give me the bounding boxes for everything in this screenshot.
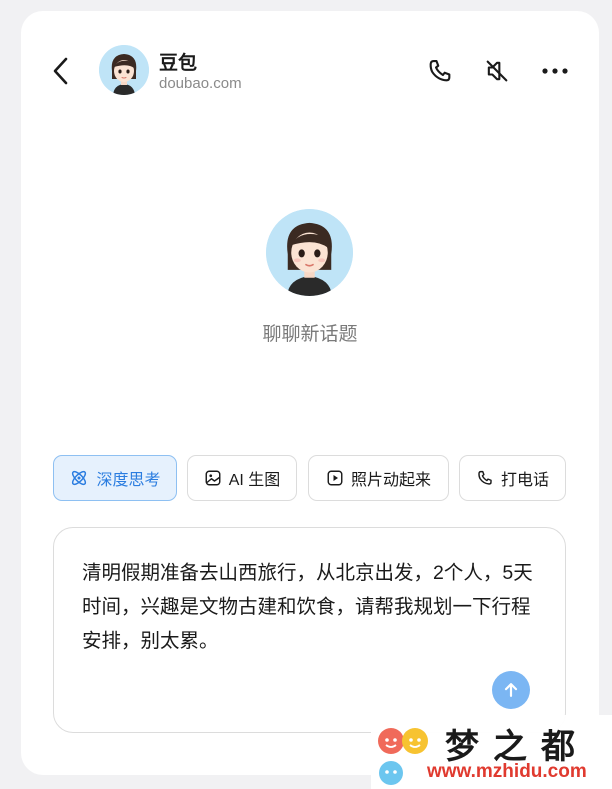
assistant-avatar [266,209,353,296]
chevron-left-icon [53,57,68,85]
avatar-illustration [99,45,149,95]
avatar-illustration [266,209,353,296]
watermark: 梦之都 www.mzhidu.com [371,715,612,789]
chip-ai-image[interactable]: AI 生图 [187,455,297,501]
message-input[interactable]: 清明假期准备去山西旅行，从北京出发，2个人，5天时间，兴趣是文物古建和饮食，请帮… [53,527,566,733]
new-topic-label: 聊聊新话题 [262,324,358,345]
avatar[interactable] [99,45,149,95]
chip-label: 照片动起来 [350,472,431,489]
phone-icon [429,60,451,82]
chip-label: AI 生图 [228,472,281,489]
watermark-url: www.mzhidu.com [427,761,587,782]
send-button[interactable] [492,671,530,709]
speaker-muted-icon [486,60,508,82]
call-button[interactable] [424,55,456,87]
message-input-text[interactable]: 清明假期准备去山西旅行，从北京出发，2个人，5天时间，兴趣是文物古建和饮食，请帮… [82,556,542,658]
chip-phone-call[interactable]: 打电话 [459,455,566,501]
play-icon [327,470,343,486]
chip-deep-thinking[interactable]: 深度思考 [53,455,177,501]
mute-button[interactable] [481,55,513,87]
chip-label: 深度思考 [96,472,161,489]
arrow-up-icon [504,683,518,697]
page-title: 豆包 [159,53,198,74]
phone-icon [478,470,492,485]
page-subtitle: doubao.com [159,75,242,92]
more-button[interactable] [539,55,571,87]
chat-card: 豆包 doubao.com 聊聊新话题 深度思考 AI 生图 照片动起来 打电话… [21,11,599,775]
chip-animate-photo[interactable]: 照片动起来 [308,455,449,501]
more-horizontal-icon [542,68,568,74]
image-icon [205,470,221,486]
back-button[interactable] [47,55,75,87]
atom-icon [72,470,87,486]
chip-label: 打电话 [500,472,549,489]
